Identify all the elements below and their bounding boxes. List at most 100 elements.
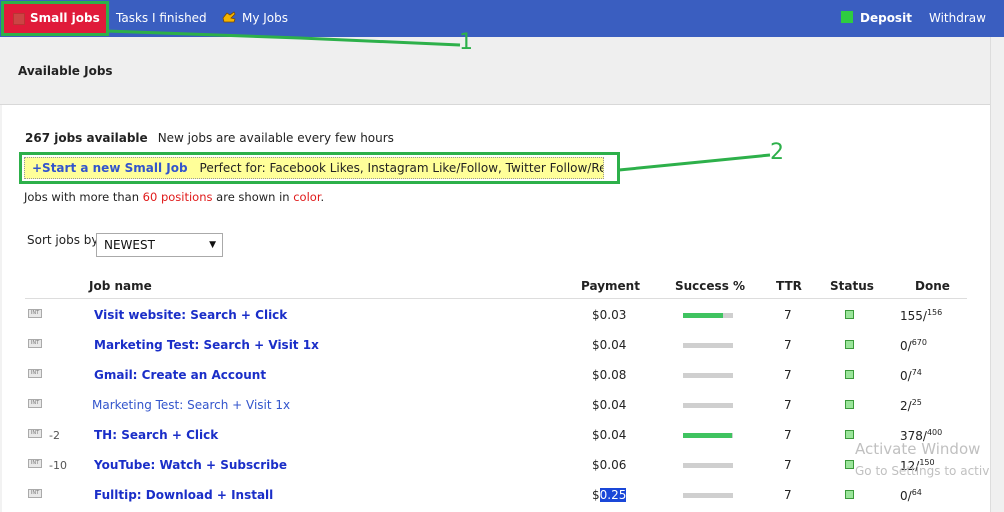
- col-done[interactable]: Done: [915, 279, 950, 293]
- sort-select[interactable]: NEWEST ▼: [96, 233, 223, 257]
- nav-tasks-finished[interactable]: Tasks I finished: [116, 0, 207, 37]
- done-total: 25: [911, 398, 922, 407]
- annotation-box-1: [1, 1, 109, 36]
- job-ttr: 7: [784, 398, 792, 412]
- sort-value: NEWEST: [104, 238, 155, 252]
- page: Small jobs Tasks I finished My Jobs Depo…: [0, 0, 1004, 512]
- table-row[interactable]: INT Visit website: Search + Click $0.03 7 15…: [25, 300, 967, 330]
- int-badge-icon: INT: [28, 309, 42, 318]
- hand-icon: [222, 11, 236, 23]
- job-name-link[interactable]: TH: Search + Click: [94, 428, 218, 442]
- positions-note-middle: are shown in: [212, 190, 294, 204]
- payment-selected-text: 0.25: [599, 488, 627, 502]
- job-payment: $0.08: [592, 368, 626, 382]
- job-ttr: 7: [784, 338, 792, 352]
- status-indicator: [845, 310, 854, 319]
- done-count: 2/: [900, 399, 912, 413]
- nav-my-jobs[interactable]: My Jobs: [222, 0, 288, 37]
- done-total: 74: [911, 368, 922, 377]
- payment-value: $0.04: [592, 338, 627, 352]
- activation-watermark: Activate Window Go to Settings to activ: [855, 438, 989, 482]
- nav-deposit-label: Deposit: [860, 11, 912, 25]
- watermark-line-2: Go to Settings to activ: [855, 464, 990, 478]
- done-total: 156: [926, 308, 943, 317]
- job-ttr: 7: [784, 488, 792, 502]
- int-badge-icon: INT: [28, 369, 42, 378]
- job-name-link[interactable]: Marketing Test: Search + Visit 1x: [92, 398, 290, 412]
- success-bar-fill: [683, 313, 723, 318]
- payment-value: $0.04: [592, 428, 627, 442]
- job-ttr: 7: [784, 458, 792, 472]
- job-name-link[interactable]: Visit website: Search + Click: [94, 308, 287, 322]
- col-job-name[interactable]: Job name: [89, 279, 152, 293]
- job-name-link[interactable]: Gmail: Create an Account: [94, 368, 266, 382]
- col-ttr[interactable]: TTR: [776, 279, 802, 293]
- status-indicator: [845, 340, 854, 349]
- deposit-icon: [841, 11, 853, 23]
- done-total: 400: [926, 428, 943, 437]
- scrollbar[interactable]: [990, 37, 1004, 512]
- job-name-link[interactable]: YouTube: Watch + Subscribe: [94, 458, 287, 472]
- page-header: Available Jobs: [0, 37, 990, 105]
- page-title: Available Jobs: [18, 64, 113, 78]
- job-name-link[interactable]: Marketing Test: Search + Visit 1x: [94, 338, 319, 352]
- annotation-label-2: 2: [770, 140, 784, 165]
- positions-note-prefix: Jobs with more than: [24, 190, 143, 204]
- col-status[interactable]: Status: [830, 279, 874, 293]
- status-indicator: [845, 430, 854, 439]
- job-name-link[interactable]: Fulltip: Download + Install: [94, 488, 273, 502]
- job-ttr: 7: [784, 308, 792, 322]
- annotation-box-2: [19, 152, 620, 184]
- status-indicator: [845, 370, 854, 379]
- chevron-down-icon: ▼: [209, 240, 216, 250]
- job-done: 155/156: [900, 308, 942, 323]
- positions-count: 60 positions: [142, 190, 213, 204]
- job-payment: $0.04: [592, 338, 626, 352]
- success-bar: [683, 493, 733, 498]
- nav-my-jobs-label: My Jobs: [242, 11, 289, 25]
- job-done: 0/64: [900, 488, 922, 503]
- col-payment[interactable]: Payment: [581, 279, 640, 293]
- success-bar: [683, 463, 733, 468]
- payment-value: $0.06: [592, 458, 627, 472]
- table-row[interactable]: INT Fulltip: Download + Install $0.25 7 0/64: [25, 480, 967, 510]
- sort-label: Sort jobs by: [27, 233, 99, 247]
- job-payment: $0.25: [592, 488, 627, 502]
- color-word: color: [293, 190, 321, 204]
- table-row[interactable]: INT -2 TH: Search + Click $0.04 7 378/400: [25, 420, 967, 450]
- int-badge-icon: INT: [28, 459, 42, 468]
- int-badge-icon: INT: [28, 489, 42, 498]
- status-indicator: [845, 460, 854, 469]
- table-row[interactable]: INT Marketing Test: Search + Visit 1x $0.0…: [25, 390, 967, 420]
- int-badge-icon: INT: [28, 429, 42, 438]
- done-total: 670: [911, 338, 927, 347]
- success-bar: [683, 403, 733, 408]
- table-row[interactable]: INT Marketing Test: Search + Visit 1x $0.0…: [25, 330, 967, 360]
- jobs-summary: 267 jobs available New jobs are available…: [25, 131, 394, 145]
- done-total: 64: [911, 488, 922, 497]
- positions-note: Jobs with more than 60 positions are sho…: [24, 190, 324, 204]
- status-indicator: [845, 400, 854, 409]
- done-count: 155/: [900, 309, 927, 323]
- success-bar: [683, 343, 733, 348]
- int-badge-icon: INT: [28, 399, 42, 408]
- job-payment: $0.06: [592, 458, 626, 472]
- payment-prefix: $: [592, 488, 600, 502]
- payment-value: $0.04: [592, 398, 627, 412]
- content-panel: 267 jobs available New jobs are available…: [2, 105, 990, 512]
- int-badge-icon: INT: [28, 339, 42, 348]
- done-count: 0/: [900, 339, 912, 353]
- watermark-line-1: Activate Window: [855, 440, 981, 458]
- done-count: 0/: [900, 369, 912, 383]
- payment-value: $0.08: [592, 368, 627, 382]
- nav-withdraw[interactable]: Withdraw: [929, 0, 986, 37]
- table-row[interactable]: INT -10 YouTube: Watch + Subscribe $0.06 7 12…: [25, 450, 967, 480]
- table-row[interactable]: INT Gmail: Create an Account $0.08 7 0/74: [25, 360, 967, 390]
- success-bar-fill: [683, 433, 732, 438]
- job-done: 0/74: [900, 368, 922, 383]
- col-success[interactable]: Success %: [675, 279, 745, 293]
- job-done: 2/25: [900, 398, 922, 413]
- jobs-note: New jobs are available every few hours: [157, 131, 394, 145]
- nav-deposit[interactable]: Deposit: [841, 0, 912, 37]
- job-payment: $0.04: [592, 428, 626, 442]
